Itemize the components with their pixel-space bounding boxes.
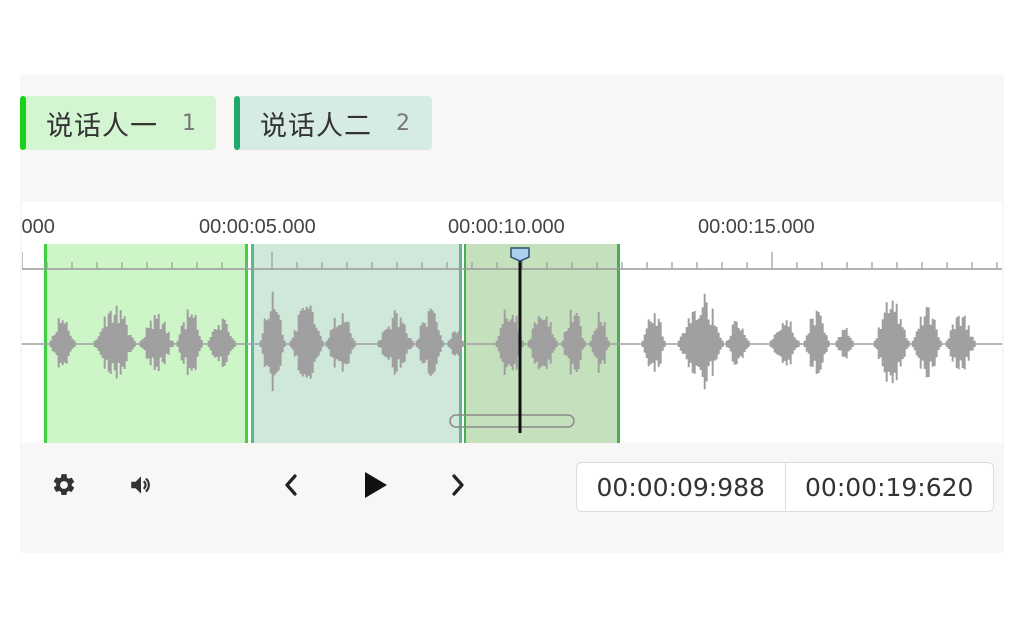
audio-annotation-panel: 说话人一 1 说话人二 2 .000 00:00:05.000 00:00:10… bbox=[20, 75, 1004, 553]
speaker-name: 说话人一 bbox=[46, 110, 158, 142]
previous-button[interactable] bbox=[279, 471, 303, 499]
volume-icon bbox=[131, 476, 150, 494]
speaker-count: 2 bbox=[396, 110, 410, 136]
speaker-name: 说话人二 bbox=[260, 110, 372, 142]
chevron-right-icon bbox=[452, 474, 464, 496]
speaker-color-bar bbox=[234, 96, 240, 150]
settings-button[interactable] bbox=[50, 471, 78, 499]
speaker-color-bar bbox=[20, 96, 26, 150]
next-button[interactable] bbox=[446, 471, 470, 499]
gear-icon bbox=[53, 474, 75, 496]
chevron-left-icon bbox=[285, 474, 297, 496]
total-time: 00:00:19:620 bbox=[784, 463, 994, 511]
speaker-list: 说话人一 1 说话人二 2 bbox=[20, 96, 432, 150]
speaker-count: 1 bbox=[182, 110, 196, 136]
volume-button[interactable] bbox=[126, 471, 156, 499]
speaker-tab-2[interactable]: 说话人二 2 bbox=[234, 96, 432, 150]
play-icon bbox=[365, 472, 387, 498]
play-button[interactable] bbox=[360, 470, 390, 500]
waveform-canvas bbox=[22, 244, 1002, 443]
time-display: 00:00:09:988 00:00:19:620 bbox=[576, 462, 994, 512]
speaker-tab-1[interactable]: 说话人一 1 bbox=[20, 96, 216, 150]
playback-controls: 00:00:09:988 00:00:19:620 bbox=[20, 443, 1004, 530]
current-time: 00:00:09:988 bbox=[596, 472, 765, 502]
waveform-timeline[interactable]: .000 00:00:05.000 00:00:10.000 00:00:15.… bbox=[22, 202, 1002, 443]
